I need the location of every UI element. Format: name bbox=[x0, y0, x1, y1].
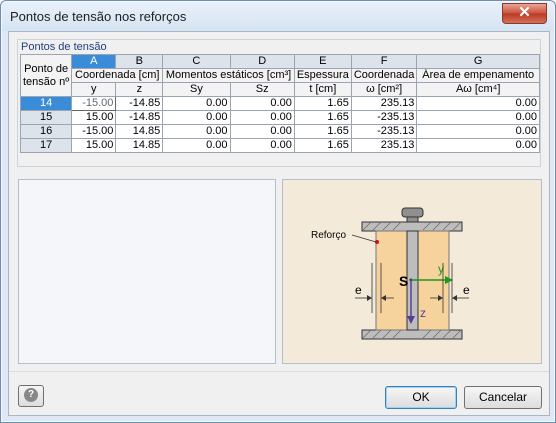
centroid-label: S bbox=[399, 273, 408, 289]
col-letter-f[interactable]: F bbox=[350, 54, 418, 69]
window-title: Pontos de tensão nos reforços bbox=[10, 9, 187, 24]
title-bar: Pontos de tensão nos reforços ✕ bbox=[2, 2, 554, 31]
cell-aomega[interactable]: 0.00 bbox=[416, 96, 540, 111]
cell-sy[interactable]: 0.00 bbox=[162, 110, 231, 125]
subheader-z: z bbox=[115, 82, 164, 97]
cell-aomega[interactable]: 0.00 bbox=[416, 138, 540, 153]
header-espessura: Espessura bbox=[293, 68, 352, 83]
dialog-window: Pontos de tensão nos reforços ✕ Pontos d… bbox=[0, 0, 556, 423]
subheader-y: y bbox=[71, 82, 117, 97]
cell-z[interactable]: 14.85 bbox=[115, 138, 164, 153]
header-coordenada: Coordenada bbox=[350, 68, 418, 83]
cell-sy[interactable]: 0.00 bbox=[162, 124, 231, 139]
row-number[interactable]: 15 bbox=[19, 110, 73, 125]
subheader-sz: Sz bbox=[229, 82, 295, 97]
cell-t[interactable]: 1.65 bbox=[293, 138, 352, 153]
reforco-leader bbox=[351, 234, 377, 243]
cell-omega[interactable]: -235.13 bbox=[350, 110, 418, 125]
cell-aomega[interactable]: 0.00 bbox=[416, 110, 540, 125]
cell-y[interactable]: -15.00 bbox=[71, 124, 117, 139]
table-row[interactable]: 15 15.00 -14.85 0.00 0.00 1.65 -235.13 0… bbox=[19, 110, 540, 125]
row-header-title: Ponto de tensão nº bbox=[19, 54, 73, 97]
help-button[interactable]: ? bbox=[18, 385, 44, 407]
cell-sy[interactable]: 0.00 bbox=[162, 96, 231, 111]
top-flange bbox=[361, 221, 463, 232]
right-dim-arrow-icon-2 bbox=[452, 295, 457, 301]
col-letter-g[interactable]: G bbox=[416, 54, 540, 69]
dialog-client: Pontos de tensão Ponto de tensão nº A B C… bbox=[8, 31, 550, 416]
row-number[interactable]: 17 bbox=[19, 138, 73, 153]
cell-t[interactable]: 1.65 bbox=[293, 124, 352, 139]
cell-y[interactable]: -15.00 bbox=[71, 96, 117, 111]
cell-omega[interactable]: 235.13 bbox=[350, 96, 418, 111]
stress-points-table[interactable]: Ponto de tensão nº A B C D E F G Coordena… bbox=[19, 54, 540, 153]
thickness-label-right: e bbox=[463, 283, 470, 297]
group-title: Pontos de tensão bbox=[21, 41, 107, 53]
header-momentos: Momentos estáticos [cm³] bbox=[162, 68, 295, 83]
subheader-omega: ω [cm²] bbox=[350, 82, 418, 97]
col-letter-a[interactable]: A bbox=[71, 54, 117, 69]
col-letter-b[interactable]: B bbox=[115, 54, 164, 69]
subheader-aomega: Aω [cm⁴] bbox=[416, 82, 540, 97]
ok-button[interactable]: OK bbox=[385, 386, 457, 409]
cancel-button[interactable]: Cancelar bbox=[464, 386, 542, 409]
reforco-label: Reforço bbox=[311, 230, 346, 241]
cell-z[interactable]: 14.85 bbox=[115, 124, 164, 139]
header-area: Área de empenamento bbox=[416, 68, 540, 83]
bottom-flange bbox=[361, 329, 463, 340]
close-icon: ✕ bbox=[518, 4, 531, 21]
cell-sz[interactable]: 0.00 bbox=[229, 138, 295, 153]
cell-t[interactable]: 1.65 bbox=[293, 110, 352, 125]
cell-aomega[interactable]: 0.00 bbox=[416, 124, 540, 139]
cell-z[interactable]: -14.85 bbox=[115, 110, 164, 125]
cell-y[interactable]: 15.00 bbox=[71, 138, 117, 153]
rail-head bbox=[401, 207, 424, 218]
col-letter-e[interactable]: E bbox=[293, 54, 352, 69]
thickness-label-left: e bbox=[355, 283, 362, 297]
z-axis-label: z bbox=[420, 306, 426, 320]
table-row[interactable]: 16 -15.00 14.85 0.00 0.00 1.65 -235.13 0… bbox=[19, 124, 540, 139]
col-letter-d[interactable]: D bbox=[229, 54, 295, 69]
cell-omega[interactable]: -235.13 bbox=[350, 124, 418, 139]
subheader-sy: Sy bbox=[162, 82, 231, 97]
cell-z[interactable]: -14.85 bbox=[115, 96, 164, 111]
footer-divider bbox=[9, 371, 549, 372]
cell-sy[interactable]: 0.00 bbox=[162, 138, 231, 153]
table-row[interactable]: 14 -15.00 -14.85 0.00 0.00 1.65 235.13 0… bbox=[19, 96, 540, 111]
rail-neck bbox=[406, 216, 419, 223]
cell-sz[interactable]: 0.00 bbox=[229, 96, 295, 111]
cell-sz[interactable]: 0.00 bbox=[229, 110, 295, 125]
stress-points-group: Pontos de tensão Ponto de tensão nº A B C… bbox=[17, 39, 541, 167]
subheader-t: t [cm] bbox=[293, 82, 352, 97]
col-letter-c[interactable]: C bbox=[162, 54, 231, 69]
stiffener-diagram: Reforço S y z e e bbox=[311, 207, 470, 340]
cell-t[interactable]: 1.65 bbox=[293, 96, 352, 111]
cell-omega[interactable]: 235.13 bbox=[350, 138, 418, 153]
header-coordenada-cm: Coordenada [cm] bbox=[71, 68, 164, 83]
close-button[interactable]: ✕ bbox=[502, 3, 547, 24]
stiffener-diagram-panel: Reforço S y z e e bbox=[282, 179, 542, 364]
row-number[interactable]: 14 bbox=[19, 96, 73, 111]
left-dim-arrow-icon bbox=[367, 295, 372, 301]
table-row[interactable]: 17 15.00 14.85 0.00 0.00 1.65 235.13 0.0… bbox=[19, 138, 540, 153]
help-icon: ? bbox=[24, 388, 38, 402]
cell-y[interactable]: 15.00 bbox=[71, 110, 117, 125]
row-number[interactable]: 16 bbox=[19, 124, 73, 139]
section-preview-panel bbox=[18, 179, 276, 364]
cell-sz[interactable]: 0.00 bbox=[229, 124, 295, 139]
